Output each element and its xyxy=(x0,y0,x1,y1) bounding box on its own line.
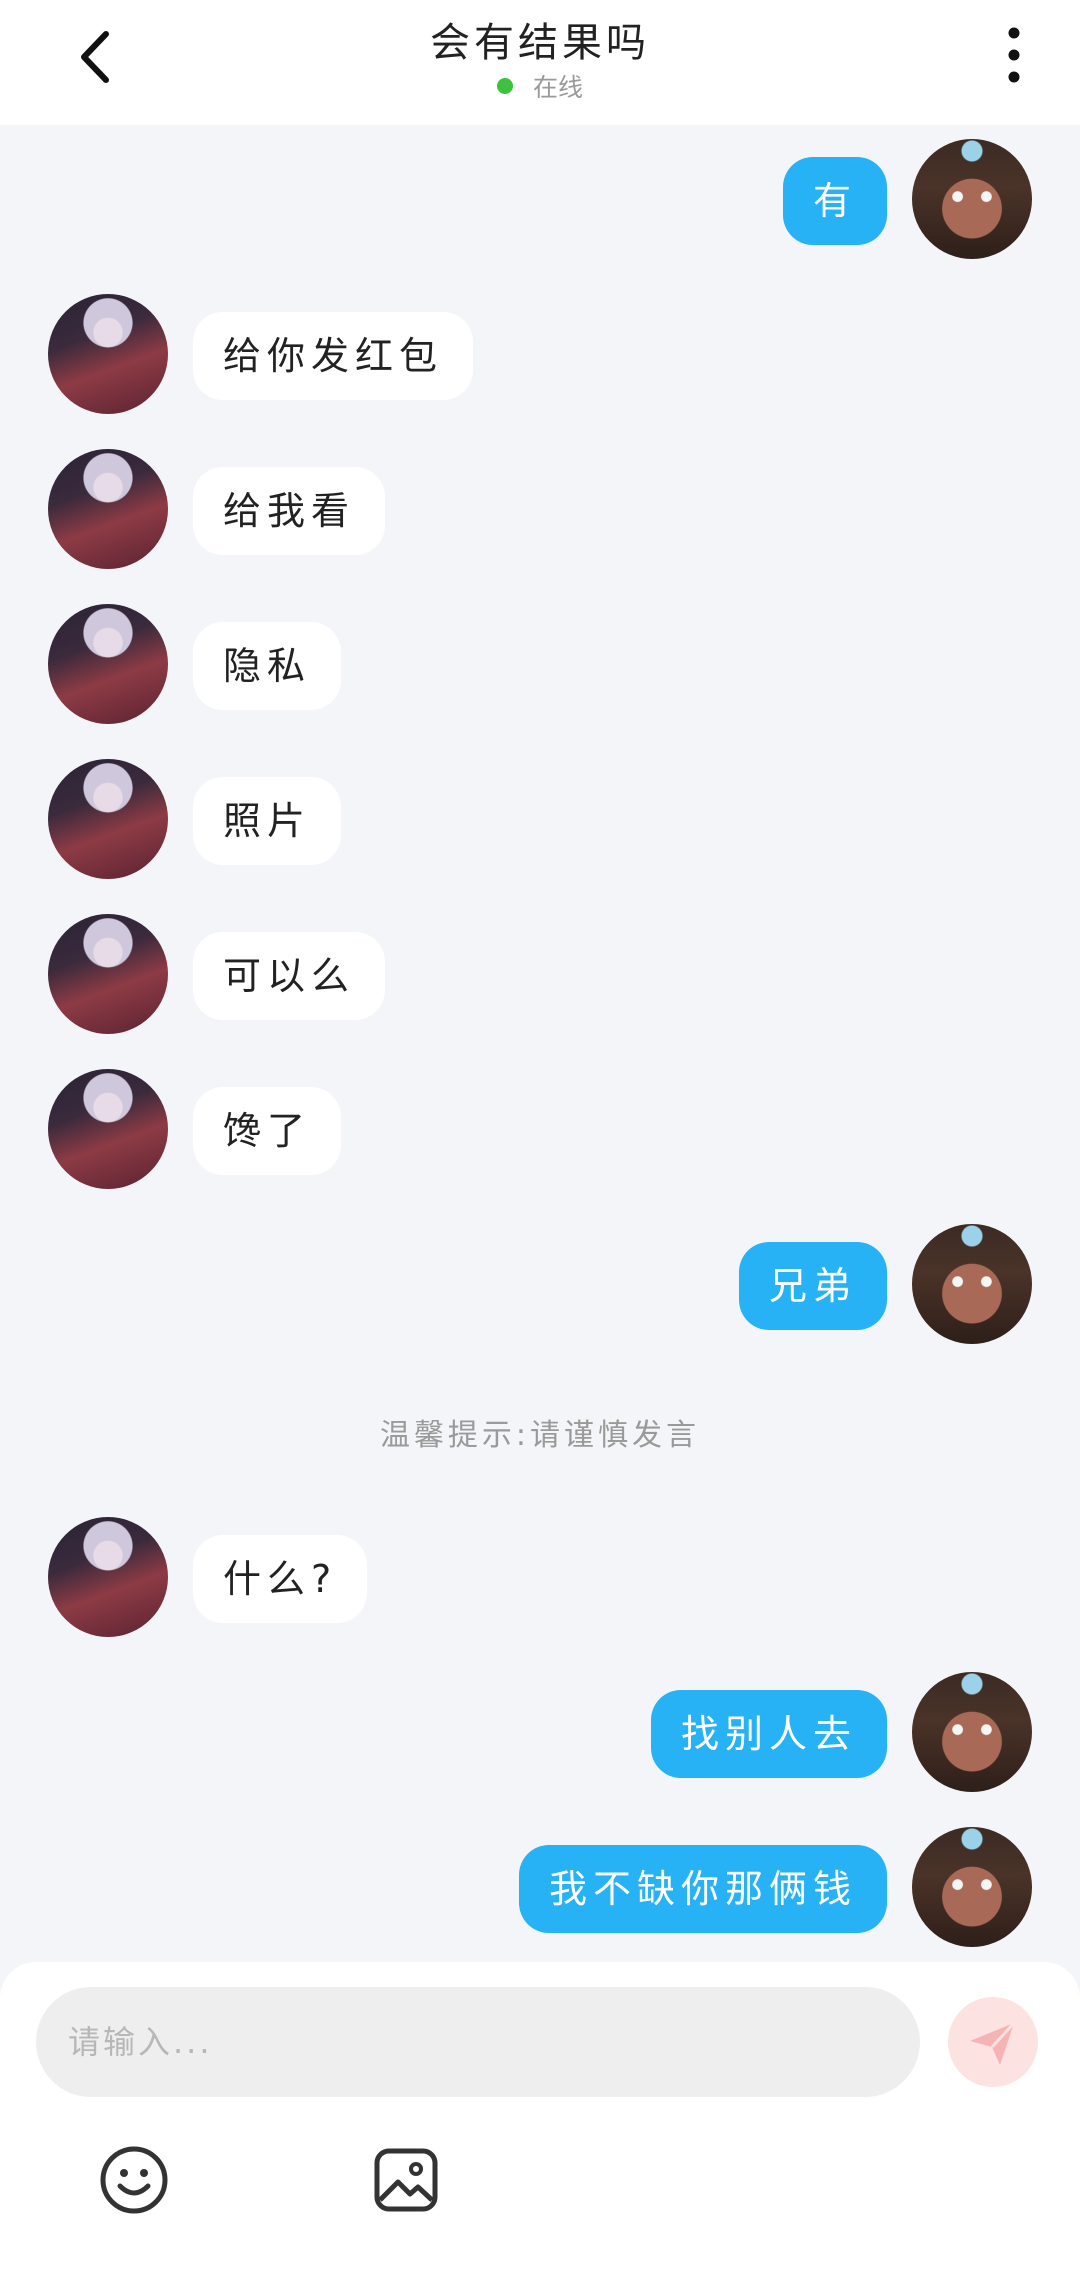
emoji-icon xyxy=(100,2146,168,2214)
avatar[interactable] xyxy=(912,1224,1032,1344)
message-row-incoming: 隐私 xyxy=(0,602,1080,727)
composer-panel xyxy=(0,1962,1080,2276)
avatar[interactable] xyxy=(48,1517,168,1637)
message-row-incoming: 可以么 xyxy=(0,912,1080,1037)
avatar[interactable] xyxy=(48,294,168,414)
message-bubble[interactable]: 什么? xyxy=(193,1535,368,1623)
emoji-button[interactable] xyxy=(98,2144,170,2216)
avatar[interactable] xyxy=(912,1672,1032,1792)
avatar[interactable] xyxy=(912,139,1032,259)
paper-plane-icon xyxy=(970,2021,1016,2065)
chat-title: 会有结果吗 xyxy=(430,20,650,66)
message-bubble[interactable]: 兄弟 xyxy=(738,1242,887,1330)
message-bubble[interactable]: 照片 xyxy=(193,777,342,865)
chat-header: 会有结果吗 在线 xyxy=(0,0,1080,125)
message-row-outgoing: 我不缺你那俩钱 xyxy=(0,1825,1080,1950)
image-button[interactable] xyxy=(370,2144,442,2216)
message-bubble[interactable]: 我不缺你那俩钱 xyxy=(518,1845,887,1933)
message-row-outgoing: 找别人去 xyxy=(0,1670,1080,1795)
message-bubble[interactable]: 隐私 xyxy=(193,622,342,710)
message-bubble[interactable]: 馋了 xyxy=(193,1087,342,1175)
avatar[interactable] xyxy=(912,1827,1032,1947)
message-bubble[interactable]: 有 xyxy=(782,157,887,245)
message-row-outgoing: 兄弟 xyxy=(0,1222,1080,1347)
image-icon xyxy=(374,2148,438,2212)
more-vertical-icon xyxy=(1008,27,1020,83)
avatar[interactable] xyxy=(48,604,168,724)
send-button[interactable] xyxy=(948,1997,1038,2087)
message-bubble[interactable]: 可以么 xyxy=(193,932,386,1020)
online-status-text: 在线 xyxy=(532,73,583,102)
message-input[interactable] xyxy=(36,1987,920,2097)
message-row-incoming: 馋了 xyxy=(0,1067,1080,1192)
safety-notice: 温馨提示:请谨慎发言 xyxy=(379,1418,701,1453)
message-bubble[interactable]: 找别人去 xyxy=(650,1690,887,1778)
online-status: 在线 xyxy=(0,68,1080,104)
online-dot-icon xyxy=(496,78,513,94)
avatar[interactable] xyxy=(48,1069,168,1189)
message-row-incoming: 给你发红包 xyxy=(0,292,1080,417)
message-row-outgoing: 有 xyxy=(0,137,1080,262)
more-options-button[interactable] xyxy=(998,25,1030,85)
avatar[interactable] xyxy=(48,449,168,569)
message-row-incoming: 给我看 xyxy=(0,447,1080,572)
avatar[interactable] xyxy=(48,759,168,879)
message-row-incoming: 什么? xyxy=(0,1515,1080,1640)
avatar[interactable] xyxy=(48,914,168,1034)
message-row-incoming: 照片 xyxy=(0,757,1080,882)
message-bubble[interactable]: 给我看 xyxy=(193,467,386,555)
message-bubble[interactable]: 给你发红包 xyxy=(193,312,474,400)
